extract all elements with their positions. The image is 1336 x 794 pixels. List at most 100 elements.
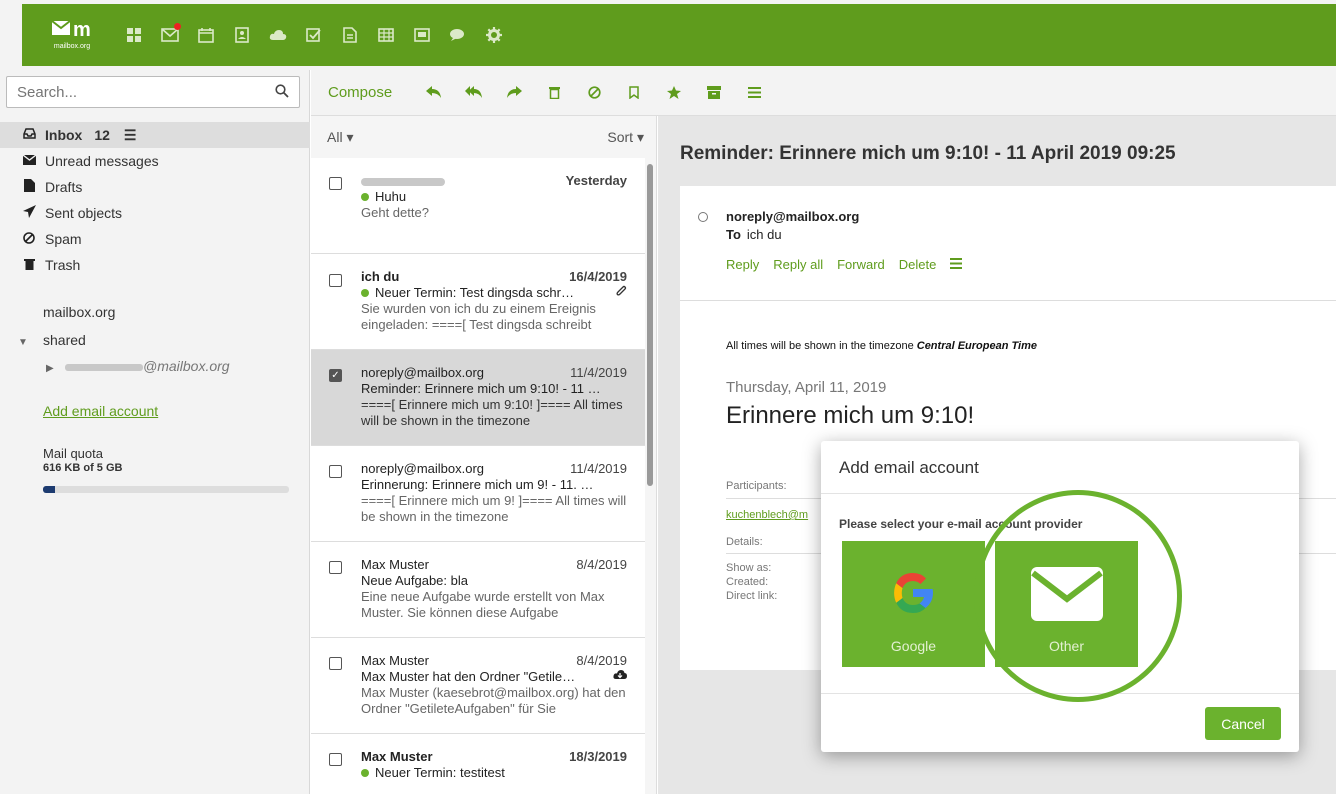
trash-icon [22,258,36,273]
sort-dropdown[interactable]: Sort ▾ [607,129,644,146]
more-actions-icon[interactable] [950,257,963,272]
mail-date: 16/4/2019 [569,269,627,284]
mail-item[interactable]: Max Muster 8/4/2019 Neue Aufgabe: bla Ei… [311,542,645,638]
cloud-icon[interactable] [262,19,294,51]
cancel-button[interactable]: Cancel [1205,707,1281,740]
status-dot-icon [361,769,369,777]
mail-checkbox-checked[interactable]: ✓ [329,369,342,382]
add-email-account-link[interactable]: Add email account [43,403,158,419]
reply-all-button[interactable]: Reply all [773,257,823,272]
delete-icon[interactable] [542,81,566,105]
documents-icon[interactable] [334,19,366,51]
chat-icon[interactable] [442,19,474,51]
spam-ban-icon[interactable] [582,81,606,105]
delete-button[interactable]: Delete [899,257,937,272]
folder-trash[interactable]: Trash [0,252,310,278]
folder-menu-icon[interactable]: ☰ [124,127,137,144]
forward-button[interactable]: Forward [837,257,885,272]
mail-checkbox[interactable] [329,561,342,574]
logo-subtext: mailbox.org [53,43,91,50]
mail-subject: Erinnerung: Erinnere mich um 9! - 11. … [361,477,594,492]
participant-link[interactable]: kuchenblech@m [726,509,808,521]
other-provider-tile[interactable]: Other [995,541,1138,667]
logo-mark: m [51,19,93,43]
unread-toggle[interactable] [698,212,708,222]
google-provider-tile[interactable]: Google [842,541,985,667]
envelope-icon: m [51,19,91,41]
cloud-download-icon [613,669,627,683]
collapse-arrow-icon[interactable]: ▼ [18,337,28,348]
archive-icon[interactable] [702,81,726,105]
search-input[interactable] [17,83,275,101]
folder-spam[interactable]: Spam [0,226,310,252]
filter-dropdown[interactable]: All ▾ [327,129,353,146]
status-dot-icon [361,289,369,297]
dialog-subtitle: Please select your e-mail account provid… [839,517,1083,531]
mail-checkbox[interactable] [329,177,342,190]
mail-checkbox[interactable] [329,753,342,766]
mail-icon[interactable] [154,19,186,51]
caret-down-icon: ▾ [346,128,354,145]
mail-item[interactable]: noreply@mailbox.org 11/4/2019 Erinnerung… [311,446,645,542]
mail-sender-address[interactable]: noreply@mailbox.org [726,209,859,224]
mail-item[interactable]: Max Muster 8/4/2019 Max Muster hat den O… [311,638,645,734]
mail-item[interactable]: Yesterday Huhu Geht dette? [311,158,645,254]
expand-arrow-icon[interactable]: ▶ [46,363,54,374]
mail-sender: Max Muster [361,653,429,668]
mail-checkbox[interactable] [329,274,342,287]
add-email-account-dialog: Add email account Please select your e-m… [821,441,1299,752]
tasks-icon[interactable] [298,19,330,51]
event-date: Thursday, April 11, 2019 [726,379,887,396]
portal-icon[interactable] [118,19,150,51]
shared-account[interactable]: @mailbox.org [65,358,230,374]
mail-recipient: To ich du [726,227,782,242]
reply-button[interactable]: Reply [726,257,759,272]
created-label: Created: [726,576,769,588]
presentation-icon[interactable] [406,19,438,51]
envelope-icon [22,154,36,168]
search-icon[interactable] [275,83,289,101]
folder-list: Inbox 12 ☰ Unread messages Drafts Sent o… [0,122,310,278]
forward-icon[interactable] [502,81,526,105]
calendar-icon[interactable] [190,19,222,51]
settings-gear-icon[interactable] [478,19,510,51]
mail-preview: ====[ Erinnere mich um 9:10! ]==== All t… [361,397,623,428]
mail-subject: Neuer Termin: Test dingsda schr… [361,285,606,300]
mailbox-logo[interactable]: m mailbox.org [28,4,116,66]
mail-sender: ich du [361,269,400,284]
mail-subject: Neue Aufgabe: bla [361,573,468,588]
inbox-tray-icon [22,128,36,142]
star-icon[interactable] [662,81,686,105]
folder-sent[interactable]: Sent objects [0,200,310,226]
address-book-icon[interactable] [226,19,258,51]
mail-preview: Sie wurden von ich du zu einem Ereignis … [361,301,596,332]
mail-checkbox[interactable] [329,657,342,670]
reply-icon[interactable] [422,81,446,105]
folder-sidebar: Inbox 12 ☰ Unread messages Drafts Sent o… [0,70,310,794]
mail-item-selected[interactable]: ✓ noreply@mailbox.org 11/4/2019 Reminder… [311,350,645,446]
bookmark-icon[interactable] [622,81,646,105]
compose-button[interactable]: Compose [328,84,392,101]
mail-sender [361,173,561,188]
show-as-label: Show as: [726,562,772,574]
folder-label: Trash [45,257,81,273]
folder-unread[interactable]: Unread messages [0,148,310,174]
mail-checkbox[interactable] [329,465,342,478]
folder-inbox[interactable]: Inbox 12 ☰ [0,122,310,148]
quota-progress-bar [43,486,289,493]
list-scrollbar[interactable] [647,164,653,486]
mail-item[interactable]: Max Muster 18/3/2019 Neuer Termin: testi… [311,734,645,794]
reply-all-icon[interactable] [462,81,486,105]
account-heading[interactable]: mailbox.org [43,304,115,320]
recipient-name[interactable]: ich du [747,227,782,242]
paperclip-icon [616,285,627,300]
mail-item[interactable]: ich du 16/4/2019 Neuer Termin: Test ding… [311,254,645,350]
mail-quota-label: Mail quota [43,446,103,461]
shared-folder[interactable]: shared [43,332,86,348]
folder-drafts[interactable]: Drafts [0,174,310,200]
spreadsheet-icon[interactable] [370,19,402,51]
dialog-title: Add email account [839,458,979,477]
mail-sender: noreply@mailbox.org [361,365,485,380]
file-icon [22,179,36,195]
more-menu-icon[interactable] [742,81,766,105]
